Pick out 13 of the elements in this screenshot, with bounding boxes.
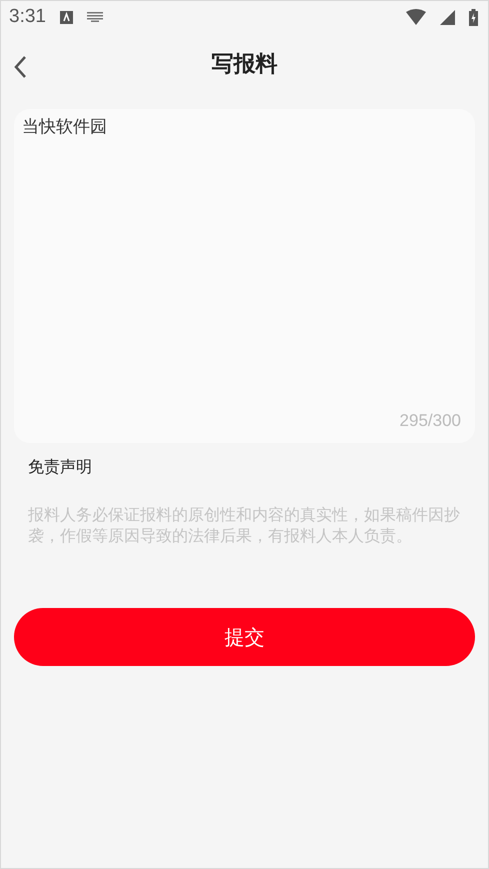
report-input-field[interactable]: 当快软件园: [22, 115, 461, 411]
disclaimer-title: 免责声明: [28, 457, 93, 478]
report-text-area[interactable]: 当快软件园 295/300: [14, 109, 475, 443]
character-counter: 295/300: [400, 411, 461, 431]
keyboard-input-icon: [60, 10, 73, 24]
status-time: 3:31: [9, 6, 46, 28]
page-title: 写报料: [212, 50, 278, 79]
signal-icon: [440, 10, 455, 24]
wifi-icon: [406, 9, 426, 25]
back-icon: [13, 55, 27, 79]
submit-button[interactable]: 提交: [14, 608, 475, 666]
battery-icon: [469, 8, 478, 26]
keyboard-icon: [86, 12, 103, 22]
